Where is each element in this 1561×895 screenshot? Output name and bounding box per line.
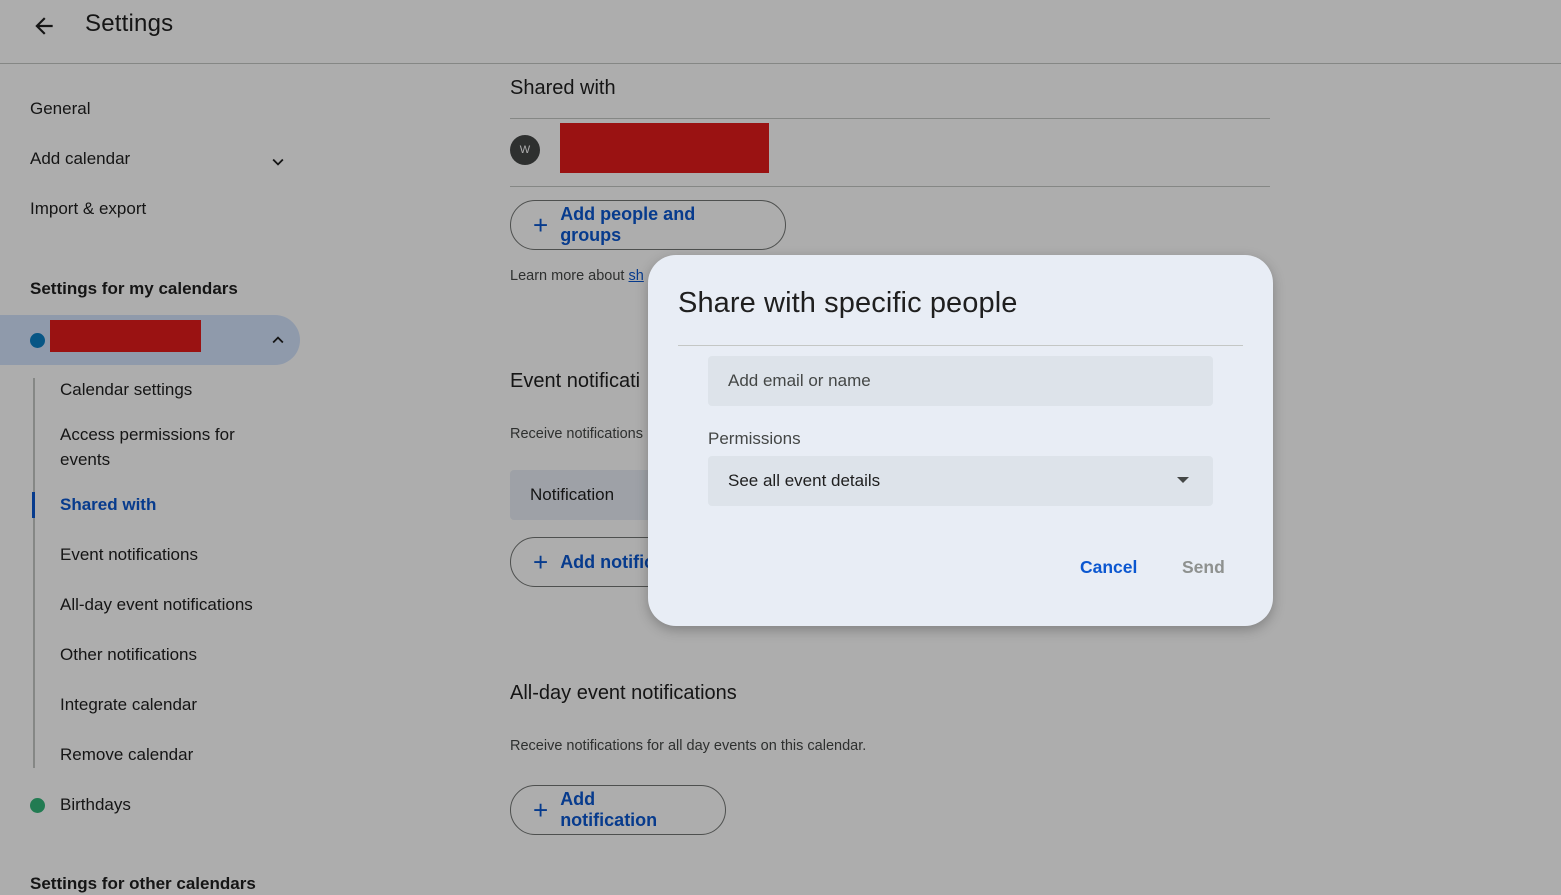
email-or-name-input[interactable]: [708, 356, 1213, 406]
send-button[interactable]: Send: [1182, 557, 1225, 578]
dialog-title: Share with specific people: [678, 287, 1018, 319]
permissions-select[interactable]: See all event details: [708, 456, 1213, 506]
dropdown-arrow-icon: [1177, 477, 1189, 483]
cancel-button[interactable]: Cancel: [1080, 557, 1137, 578]
permissions-label: Permissions: [708, 429, 801, 448]
permissions-value: See all event details: [728, 471, 881, 490]
share-dialog: Share with specific people Permissions S…: [648, 255, 1273, 626]
dialog-divider: [678, 345, 1243, 346]
